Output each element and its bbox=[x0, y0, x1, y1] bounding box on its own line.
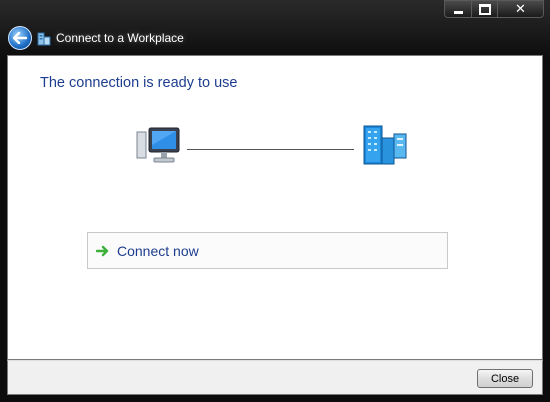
title-bar: ✕ Connect to a Workplace bbox=[0, 0, 550, 56]
connect-to-workplace-icon bbox=[37, 32, 51, 46]
back-button[interactable] bbox=[8, 26, 32, 50]
minimize-icon bbox=[453, 11, 463, 14]
back-arrow-icon bbox=[13, 32, 27, 44]
green-arrow-icon bbox=[96, 245, 109, 256]
wizard-window: ✕ Connect to a Workplace The connection … bbox=[0, 0, 550, 402]
window-title: Connect to a Workplace bbox=[56, 31, 184, 45]
connect-now-button[interactable]: Connect now bbox=[87, 232, 448, 269]
close-button[interactable]: Close bbox=[477, 369, 533, 388]
minimize-button[interactable] bbox=[444, 0, 471, 18]
footer-bar: Close bbox=[7, 360, 543, 395]
maximize-icon bbox=[478, 3, 491, 15]
close-window-button[interactable]: ✕ bbox=[497, 0, 544, 18]
content-area: The connection is ready to use Connect n… bbox=[7, 55, 543, 360]
page-heading: The connection is ready to use bbox=[40, 75, 238, 91]
workplace-server-icon bbox=[363, 125, 407, 165]
connect-now-label: Connect now bbox=[117, 242, 199, 259]
caption-buttons: ✕ bbox=[444, 0, 544, 19]
computer-icon bbox=[136, 127, 180, 163]
maximize-button[interactable] bbox=[471, 0, 497, 18]
close-icon: ✕ bbox=[515, 1, 526, 17]
connection-line bbox=[187, 149, 354, 150]
